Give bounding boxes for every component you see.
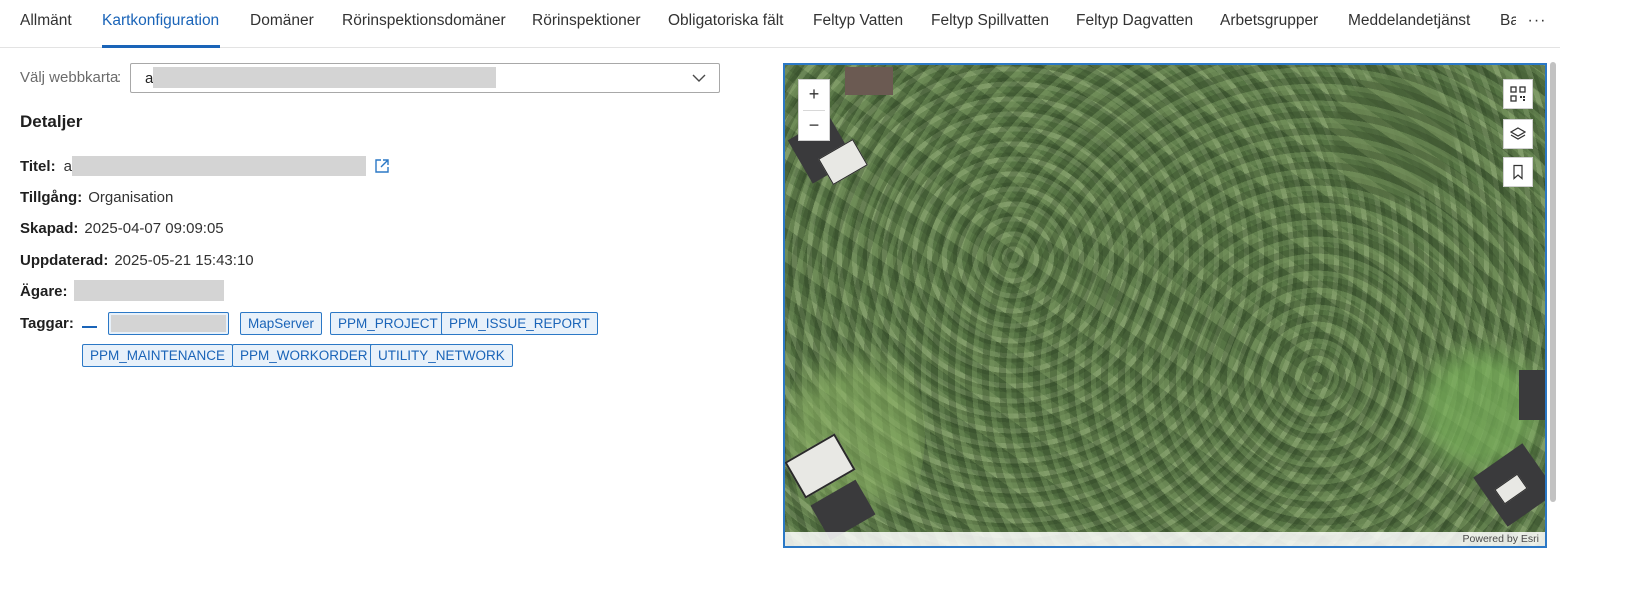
layers-button[interactable] bbox=[1503, 119, 1533, 149]
zoom-out-button[interactable]: − bbox=[799, 111, 829, 141]
webmap-select-label: Välj webbkarta bbox=[20, 69, 119, 86]
map-view[interactable]: + − Powered by Esri bbox=[783, 63, 1547, 548]
details-heading: Detaljer bbox=[20, 112, 83, 131]
tags-label: Taggar: bbox=[20, 315, 74, 332]
tag-redacted[interactable] bbox=[108, 312, 229, 335]
zoom-controls: + − bbox=[798, 79, 830, 141]
tab-overflow-clip: Ba bbox=[1500, 0, 1516, 47]
redacted-block bbox=[111, 315, 226, 332]
tag-chip[interactable]: UTILITY_NETWORK bbox=[370, 344, 513, 367]
title-label: Titel: bbox=[20, 158, 56, 175]
tab-rorinspektionsdomaner[interactable]: Rörinspektionsdomäner bbox=[342, 12, 506, 30]
map-attribution[interactable]: Powered by Esri bbox=[785, 532, 1545, 546]
chevron-down-icon bbox=[692, 74, 706, 82]
more-tabs-button[interactable]: ··· bbox=[1521, 8, 1553, 38]
bookmark-button[interactable] bbox=[1503, 157, 1533, 187]
updated-label: Uppdaterad: bbox=[20, 252, 109, 269]
owner-label: Ägare: bbox=[20, 283, 68, 300]
access-value: Organisation bbox=[88, 189, 174, 206]
tab-feltyp-dagvatten[interactable]: Feltyp Dagvatten bbox=[1076, 12, 1193, 30]
tab-kartkonfiguration[interactable]: Kartkonfiguration bbox=[102, 12, 219, 30]
created-row: Skapad: 2025-04-07 09:09:05 bbox=[20, 220, 224, 237]
tab-ba[interactable]: Ba bbox=[1500, 12, 1516, 30]
tag-chip[interactable]: PPM_PROJECT bbox=[330, 312, 446, 335]
layers-icon bbox=[1510, 127, 1526, 140]
tab-obligatoriska-falt[interactable]: Obligatoriska fält bbox=[668, 12, 783, 30]
access-label: Tillgång: bbox=[20, 189, 83, 206]
tag-chip[interactable]: PPM_ISSUE_REPORT bbox=[441, 312, 598, 335]
created-value: 2025-04-07 09:09:05 bbox=[84, 220, 224, 237]
redacted-block bbox=[153, 67, 496, 88]
title-value: a bbox=[63, 158, 72, 175]
tab-meddelandetjanst[interactable]: Meddelandetjänst bbox=[1348, 12, 1470, 30]
redacted-block bbox=[72, 156, 366, 176]
label-colon: : bbox=[117, 69, 122, 86]
access-row: Tillgång: Organisation bbox=[20, 189, 173, 206]
building-roof bbox=[1519, 370, 1545, 420]
external-link-icon[interactable] bbox=[374, 158, 390, 174]
webmap-select[interactable]: a bbox=[130, 63, 720, 93]
tab-rorinspektioner[interactable]: Rörinspektioner bbox=[532, 12, 641, 30]
building-roof bbox=[845, 67, 893, 95]
active-tab-indicator bbox=[102, 45, 220, 48]
tab-feltyp-vatten[interactable]: Feltyp Vatten bbox=[813, 12, 903, 30]
tab-domaner[interactable]: Domäner bbox=[250, 12, 314, 30]
title-row: Titel: a bbox=[20, 158, 72, 175]
tags-row: Taggar: bbox=[20, 315, 74, 332]
tag-chip[interactable]: PPM_WORKORDER bbox=[232, 344, 376, 367]
tag-chip[interactable]: MapServer bbox=[240, 312, 323, 335]
tab-bar: Allmänt Kartkonfiguration Domäner Rörins… bbox=[0, 0, 1560, 48]
qr-grid-icon bbox=[1510, 86, 1526, 102]
tab-allmant[interactable]: Allmänt bbox=[20, 12, 72, 30]
created-label: Skapad: bbox=[20, 220, 79, 237]
redacted-block bbox=[74, 280, 224, 301]
tag-dash bbox=[82, 326, 97, 328]
scrollbar-thumb[interactable] bbox=[1550, 62, 1556, 502]
tab-feltyp-spillvatten[interactable]: Feltyp Spillvatten bbox=[931, 12, 1049, 30]
tab-arbetsgrupper[interactable]: Arbetsgrupper bbox=[1220, 12, 1318, 30]
owner-row: Ägare: bbox=[20, 283, 68, 300]
tag-chip[interactable]: PPM_MAINTENANCE bbox=[82, 344, 234, 367]
bookmark-icon bbox=[1513, 164, 1523, 180]
updated-row: Uppdaterad: 2025-05-21 15:43:10 bbox=[20, 252, 254, 269]
zoom-in-button[interactable]: + bbox=[799, 80, 829, 110]
qr-grid-button[interactable] bbox=[1503, 79, 1533, 109]
updated-value: 2025-05-21 15:43:10 bbox=[114, 252, 254, 269]
